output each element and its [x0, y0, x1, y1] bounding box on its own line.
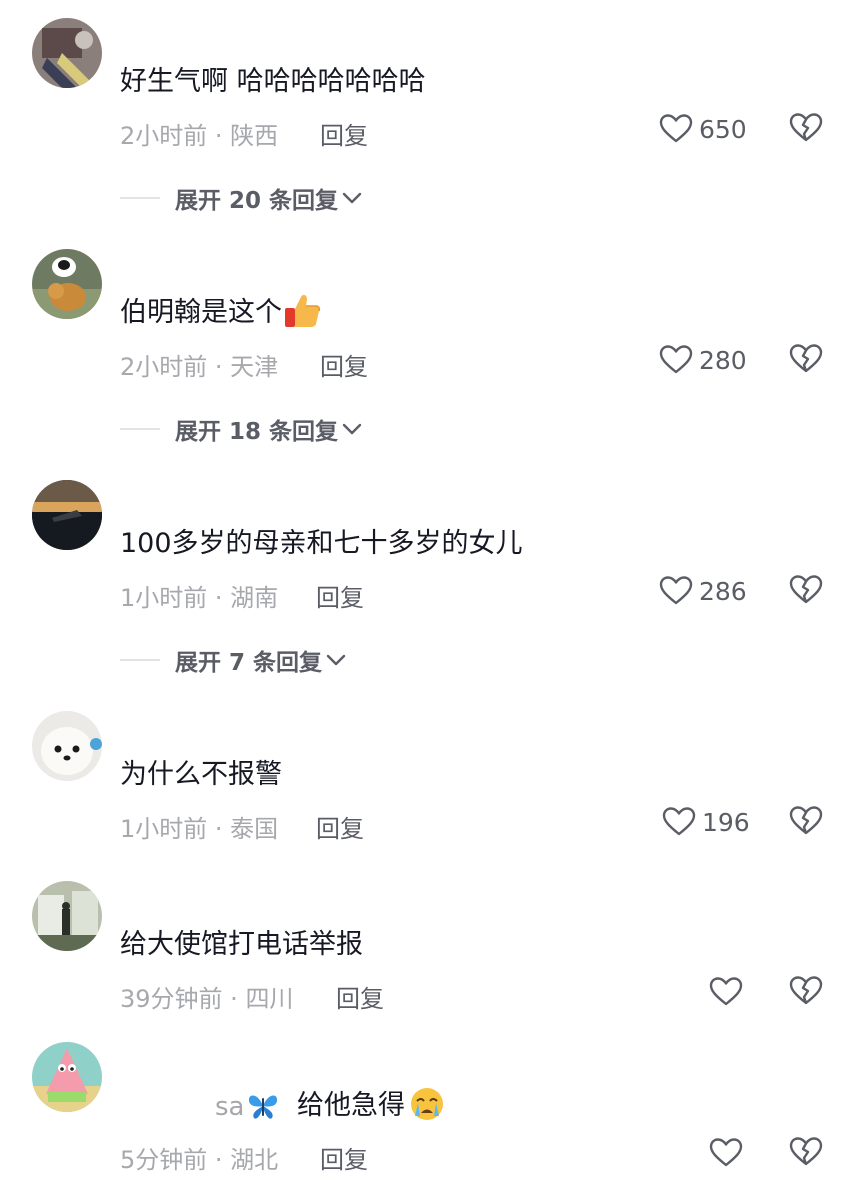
broken-heart-icon[interactable] — [789, 806, 823, 836]
avatar[interactable] — [32, 1042, 102, 1112]
heart-outline-icon — [709, 1138, 743, 1167]
like-count: 286 — [699, 576, 747, 606]
avatar[interactable] — [32, 18, 102, 88]
comment-text: 为什么不报警 — [120, 759, 282, 790]
reply-button[interactable]: 回复 — [316, 809, 364, 844]
username-text: sa — [215, 1092, 245, 1122]
comment-text: 给他急得 — [297, 1087, 446, 1123]
comment-text: 给大使馆打电话举报 — [120, 929, 363, 960]
divider-line — [120, 659, 160, 661]
avatar-image — [32, 711, 102, 781]
broken-heart-icon[interactable] — [789, 976, 823, 1006]
comment-time: 5分钟前 — [120, 1146, 208, 1174]
comment-meta: 1小时前 · 泰国 — [120, 809, 278, 844]
comment-text-content: 伯明翰是这个 — [120, 297, 282, 328]
avatar-image — [32, 881, 102, 951]
like-count: 650 — [699, 114, 747, 144]
avatar[interactable] — [32, 711, 102, 781]
meta-separator: · — [207, 1146, 231, 1174]
like-button[interactable] — [709, 976, 749, 1008]
comment-location: 湖南 — [230, 584, 279, 612]
comment-time: 2小时前 — [120, 353, 208, 381]
crying-face-icon — [411, 1087, 443, 1120]
reply-button[interactable]: 回复 — [320, 116, 368, 151]
comment-location: 陕西 — [230, 122, 279, 150]
meta-separator: · — [207, 815, 231, 843]
expand-replies-button[interactable]: 展开 20 条回复 — [120, 183, 363, 214]
reply-button[interactable]: 回复 — [336, 979, 384, 1014]
comment-location: 四川 — [245, 985, 294, 1013]
heart-outline-icon — [659, 114, 693, 143]
comment-location: 天津 — [230, 353, 279, 381]
expand-replies-label: 展开 7 条回复 — [175, 650, 323, 676]
broken-heart-icon[interactable] — [789, 113, 823, 143]
like-count: 196 — [702, 807, 750, 837]
heart-outline-icon — [659, 576, 693, 605]
expand-replies-button[interactable]: 展开 18 条回复 — [120, 414, 363, 445]
meta-separator: · — [207, 122, 231, 150]
reply-button[interactable]: 回复 — [320, 347, 368, 382]
chevron-down-icon — [342, 192, 362, 204]
comment-text-content: 给他急得 — [297, 1090, 405, 1121]
broken-heart-icon[interactable] — [789, 1137, 823, 1167]
comment-list: 好生气啊 哈哈哈哈哈哈哈 2小时前 · 陕西 回复 650 展开 20 条回复 — [0, 0, 850, 1200]
comment-location: 泰国 — [230, 815, 279, 843]
comment-username: sa — [215, 1092, 280, 1122]
butterfly-icon — [249, 1095, 278, 1119]
heart-outline-icon — [709, 977, 743, 1006]
like-button[interactable]: 650 — [659, 113, 747, 145]
reply-button[interactable]: 回复 — [320, 1140, 368, 1175]
comment-meta: 2小时前 · 天津 — [120, 347, 278, 382]
avatar-image — [32, 480, 102, 550]
divider-line — [120, 197, 160, 199]
expand-replies-label: 展开 20 条回复 — [175, 188, 339, 214]
comment-location: 湖北 — [230, 1146, 279, 1174]
comment-text: 100多岁的母亲和七十多岁的女儿 — [120, 528, 523, 559]
divider-line — [120, 428, 160, 430]
like-button[interactable]: 286 — [659, 575, 747, 607]
heart-outline-icon — [662, 807, 696, 836]
chevron-down-icon — [326, 654, 346, 666]
like-button[interactable] — [709, 1137, 749, 1169]
comment-time: 2小时前 — [120, 122, 208, 150]
avatar[interactable] — [32, 480, 102, 550]
heart-outline-icon — [659, 345, 693, 374]
comment-time: 1小时前 — [120, 815, 208, 843]
avatar[interactable] — [32, 249, 102, 319]
comment-meta: 39分钟前 · 四川 — [120, 979, 293, 1014]
chevron-down-icon — [342, 423, 362, 435]
comment-meta: 5分钟前 · 湖北 — [120, 1140, 278, 1175]
meta-separator: · — [207, 584, 231, 612]
comment-text: 好生气啊 哈哈哈哈哈哈哈 — [120, 66, 426, 97]
like-button[interactable]: 196 — [662, 806, 750, 838]
thumbs-up-icon — [285, 294, 321, 327]
meta-separator: · — [222, 985, 246, 1013]
comment-time: 39分钟前 — [120, 985, 223, 1013]
comment-time: 1小时前 — [120, 584, 208, 612]
avatar-image — [32, 249, 102, 319]
broken-heart-icon[interactable] — [789, 575, 823, 605]
comment-text: 伯明翰是这个 — [120, 294, 322, 330]
expand-replies-button[interactable]: 展开 7 条回复 — [120, 645, 347, 676]
broken-heart-icon[interactable] — [789, 344, 823, 374]
avatar[interactable] — [32, 881, 102, 951]
comment-meta: 2小时前 · 陕西 — [120, 116, 278, 151]
avatar-image — [32, 1042, 102, 1112]
comment-meta: 1小时前 · 湖南 — [120, 578, 278, 613]
expand-replies-label: 展开 18 条回复 — [175, 419, 339, 445]
reply-button[interactable]: 回复 — [316, 578, 364, 613]
like-count: 280 — [699, 345, 747, 375]
avatar-image — [32, 18, 102, 88]
meta-separator: · — [207, 353, 231, 381]
like-button[interactable]: 280 — [659, 344, 747, 376]
